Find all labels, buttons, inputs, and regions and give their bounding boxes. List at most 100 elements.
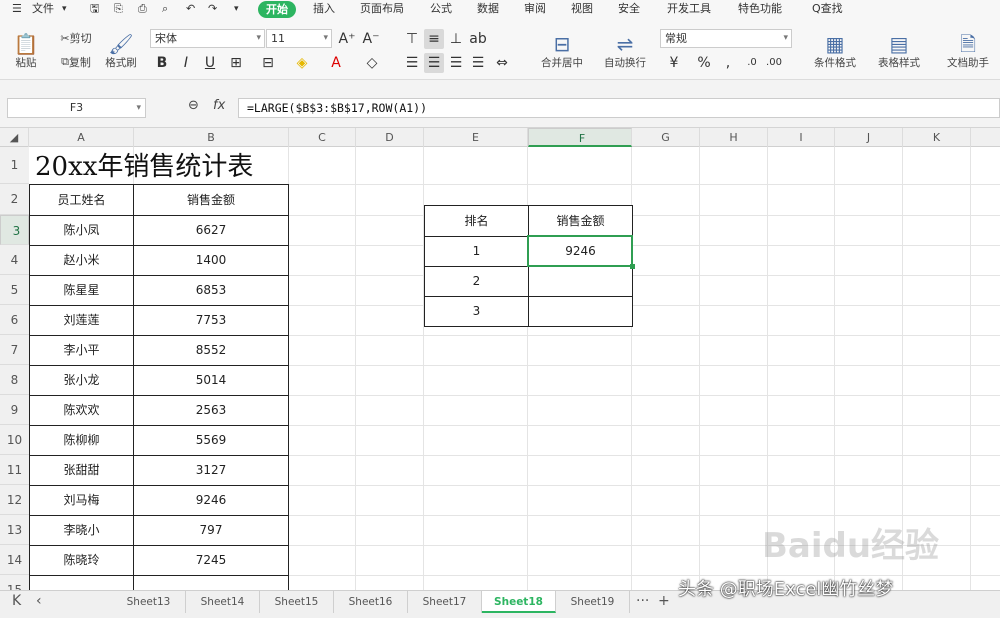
- sales-amount-cell[interactable]: 5569: [133, 425, 289, 456]
- row-header[interactable]: 7: [0, 335, 29, 365]
- currency-icon[interactable]: ¥: [664, 53, 684, 73]
- sheet-tab[interactable]: Sheet17: [408, 591, 482, 613]
- row-header[interactable]: 5: [0, 275, 29, 305]
- font-size-select[interactable]: 11 ▾: [266, 29, 332, 48]
- row-header[interactable]: 13: [0, 515, 29, 545]
- redo-icon[interactable]: ↷: [208, 0, 217, 20]
- active-cell-border[interactable]: [527, 235, 633, 267]
- header-rank-amount[interactable]: 销售金额: [528, 205, 633, 237]
- table-style-button[interactable]: ▤ 表格样式: [870, 28, 928, 74]
- decrease-font-icon[interactable]: A⁻: [361, 29, 381, 49]
- wrap-text-button[interactable]: ⇌ 自动换行: [596, 28, 654, 74]
- cut-button[interactable]: ✂ 剪切: [52, 28, 100, 48]
- save-icon[interactable]: 🖫: [90, 0, 99, 20]
- first-sheet-icon[interactable]: K: [12, 593, 21, 609]
- sales-amount-cell[interactable]: 6853: [133, 275, 289, 306]
- column-header-e[interactable]: E: [424, 128, 528, 147]
- tab-security[interactable]: 安全: [618, 0, 640, 20]
- tab-start[interactable]: 开始: [258, 1, 296, 18]
- menu-file[interactable]: 文件: [32, 0, 54, 20]
- conditional-format-button[interactable]: ▦ 条件格式: [806, 28, 864, 74]
- paste-button[interactable]: 📋 粘贴: [6, 28, 46, 74]
- align-bottom-icon[interactable]: ⊥: [446, 29, 466, 49]
- select-all-corner[interactable]: ◢: [0, 128, 29, 147]
- rank-amount-cell[interactable]: [528, 296, 633, 327]
- tab-data[interactable]: 数据: [477, 0, 499, 20]
- sales-amount-cell[interactable]: 797: [133, 515, 289, 546]
- sales-amount-cell[interactable]: 2563: [133, 395, 289, 426]
- percent-icon[interactable]: %: [694, 53, 714, 73]
- fill-style-icon[interactable]: ⊟: [258, 53, 278, 73]
- sheet-title[interactable]: 20xx年销售统计表: [35, 147, 253, 184]
- align-center-icon[interactable]: ☰: [424, 53, 444, 73]
- employee-name-cell[interactable]: 陈星星: [29, 275, 134, 306]
- align-left-icon[interactable]: ☰: [402, 53, 422, 73]
- row-header[interactable]: 10: [0, 425, 29, 455]
- fx-icon[interactable]: fx: [213, 98, 225, 113]
- column-header-b[interactable]: B: [134, 128, 289, 147]
- search-button[interactable]: Q查找: [812, 0, 843, 20]
- tab-review[interactable]: 审阅: [524, 0, 546, 20]
- sales-amount-cell[interactable]: 3127: [133, 455, 289, 486]
- doc-assistant-button[interactable]: 🗎 文档助手: [940, 28, 996, 74]
- column-header-i[interactable]: I: [768, 128, 835, 147]
- merge-center-button[interactable]: ⊟ 合并居中: [532, 28, 592, 74]
- align-top-icon[interactable]: ⊤: [402, 29, 422, 49]
- more-sheets-icon[interactable]: ···: [636, 593, 649, 609]
- employee-name-cell[interactable]: 陈柳柳: [29, 425, 134, 456]
- justify-icon[interactable]: ☰: [468, 53, 488, 73]
- bold-icon[interactable]: B: [152, 53, 172, 73]
- employee-name-cell[interactable]: 张小龙: [29, 365, 134, 396]
- employee-name-cell[interactable]: 李晓小: [29, 515, 134, 546]
- quick-access-dropdown-icon[interactable]: ▾: [234, 0, 239, 20]
- column-header-a[interactable]: A: [29, 128, 134, 147]
- sales-amount-cell[interactable]: 6627: [133, 215, 289, 246]
- print-icon[interactable]: ⎙: [138, 0, 147, 20]
- row-header[interactable]: 3: [0, 215, 29, 245]
- sheet-tab-active[interactable]: Sheet18: [482, 591, 556, 613]
- formula-input[interactable]: =LARGE($B$3:$B$17,ROW(A1)): [238, 98, 1000, 118]
- thousands-icon[interactable]: ,: [718, 53, 738, 73]
- export-icon[interactable]: ⎘: [114, 0, 123, 20]
- row-header[interactable]: 9: [0, 395, 29, 425]
- underline-icon[interactable]: U: [200, 53, 220, 73]
- row-header[interactable]: 11: [0, 455, 29, 485]
- sales-amount-cell[interactable]: 8552: [133, 335, 289, 366]
- preview-icon[interactable]: ⌕: [162, 0, 168, 20]
- employee-name-cell[interactable]: 李小平: [29, 335, 134, 366]
- increase-font-icon[interactable]: A⁺: [337, 29, 357, 49]
- name-box[interactable]: F3 ▾: [7, 98, 146, 118]
- column-header-d[interactable]: D: [356, 128, 424, 147]
- header-rank[interactable]: 排名: [424, 205, 529, 237]
- employee-name-cell[interactable]: 刘马梅: [29, 485, 134, 516]
- tab-view[interactable]: 视图: [571, 0, 593, 20]
- sales-amount-cell[interactable]: 1400: [133, 245, 289, 276]
- border-icon[interactable]: ⊞: [226, 53, 246, 73]
- add-sheet-icon[interactable]: +: [658, 593, 670, 609]
- sales-amount-cell[interactable]: [133, 575, 289, 590]
- row-header[interactable]: 4: [0, 245, 29, 275]
- decrease-decimal-icon[interactable]: .00: [764, 53, 784, 73]
- sheet-tab[interactable]: Sheet19: [556, 591, 630, 613]
- employee-name-cell[interactable]: 陈晓玲: [29, 545, 134, 576]
- employee-name-cell[interactable]: 张甜甜: [29, 455, 134, 486]
- employee-name-cell[interactable]: 陈小凤: [29, 215, 134, 246]
- row-header[interactable]: 14: [0, 545, 29, 575]
- header-employee-name[interactable]: 员工姓名: [29, 184, 134, 216]
- hamburger-icon[interactable]: ☰: [12, 0, 22, 20]
- column-header-k[interactable]: K: [903, 128, 971, 147]
- sheet-tab[interactable]: Sheet14: [186, 591, 260, 613]
- increase-decimal-icon[interactable]: .0: [742, 53, 762, 73]
- zoom-formula-icon[interactable]: ⊖: [188, 98, 199, 113]
- rank-cell[interactable]: 2: [424, 266, 529, 297]
- sheet-tab[interactable]: Sheet13: [112, 591, 186, 613]
- sales-amount-cell[interactable]: 7753: [133, 305, 289, 336]
- sheet-tab[interactable]: Sheet15: [260, 591, 334, 613]
- align-middle-icon[interactable]: ≡: [424, 29, 444, 49]
- employee-name-cell[interactable]: 陈欢欢: [29, 395, 134, 426]
- sales-amount-cell[interactable]: 9246: [133, 485, 289, 516]
- tab-insert[interactable]: 插入: [313, 0, 335, 20]
- sales-amount-cell[interactable]: 7245: [133, 545, 289, 576]
- employee-name-cell[interactable]: 赵小米: [29, 245, 134, 276]
- rank-amount-cell[interactable]: [528, 266, 633, 297]
